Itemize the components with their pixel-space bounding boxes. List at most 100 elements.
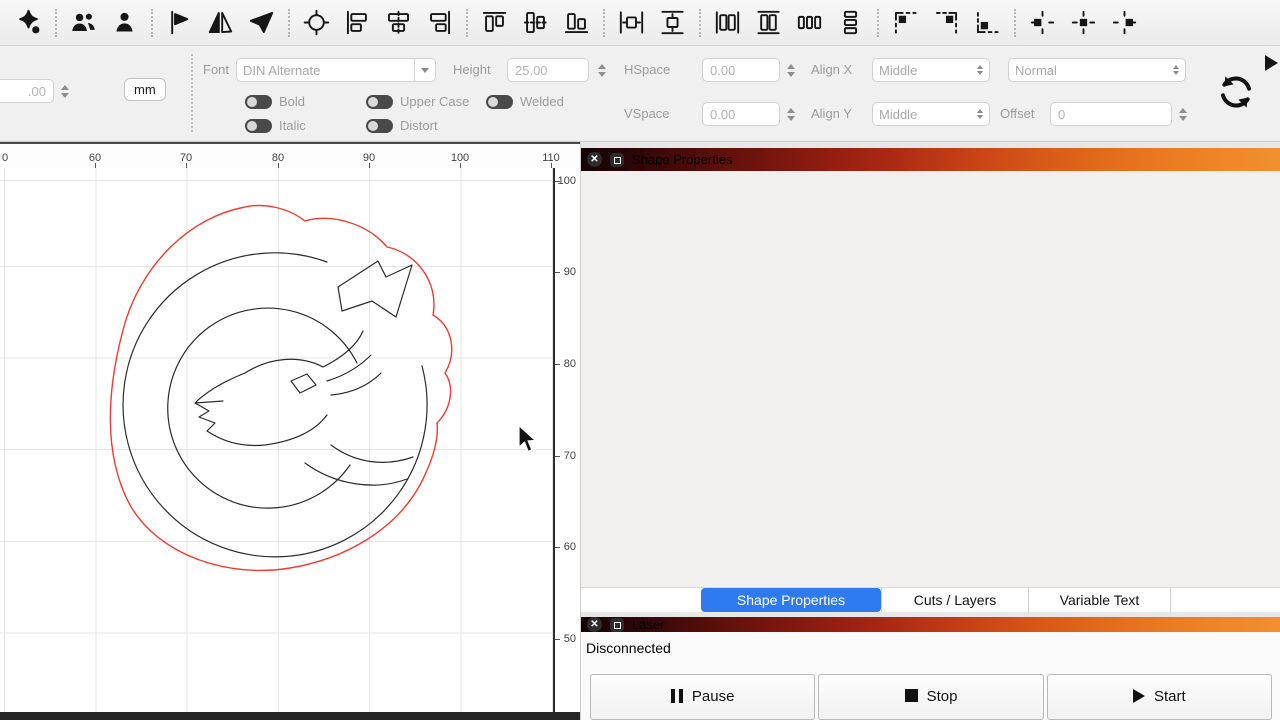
panel-title: Laser (632, 617, 665, 632)
ruler-label: 90 (564, 266, 576, 278)
tab-shape-properties[interactable]: Shape Properties (701, 588, 881, 612)
welded-toggle[interactable]: Welded (486, 95, 564, 109)
toolbar-divider (191, 54, 193, 132)
welded-toggle-label: Welded (520, 95, 564, 109)
ruler-tick (555, 547, 560, 548)
vspace-input[interactable]: 0.00 (702, 102, 780, 126)
ruler-tick (555, 364, 560, 365)
mirror-across-line-icon[interactable] (245, 6, 278, 39)
ruler-tick (555, 272, 560, 273)
bold-toggle-label: Bold (279, 95, 305, 109)
upper-case-toggle-label: Upper Case (400, 95, 469, 109)
right-dock: ✕ Shape Properties Shape Properties Cuts… (580, 142, 1280, 720)
sync-icon[interactable] (1216, 72, 1256, 112)
distort-toggle[interactable]: Distort (366, 119, 438, 133)
toolbar-overflow-arrow-icon[interactable] (1265, 55, 1278, 71)
height-stepper[interactable] (595, 58, 609, 82)
ruler-tick (555, 181, 560, 182)
distribute-v-space-icon[interactable] (656, 6, 689, 39)
offset-stepper[interactable] (1176, 102, 1190, 126)
align-centers-icon[interactable] (300, 6, 333, 39)
ruler-vertical: 1009080706050 (553, 168, 580, 712)
align-bottom-icon[interactable] (560, 6, 593, 39)
align-x-select[interactable]: Middle (872, 58, 990, 82)
start-button[interactable]: Start (1047, 674, 1272, 720)
shape-properties-body (581, 171, 1280, 587)
ruler-tick (555, 639, 560, 640)
align-right-icon[interactable] (423, 6, 456, 39)
make-same-width-icon[interactable] (711, 6, 744, 39)
hspace-label: HSpace (624, 58, 670, 82)
ruler-label: 50 (564, 633, 576, 645)
bold-toggle[interactable]: Bold (245, 95, 305, 109)
move-to-lower-left-icon[interactable] (971, 6, 1004, 39)
toggle-switch[interactable] (366, 119, 393, 133)
vspace-label: VSpace (624, 102, 670, 126)
align-left-icon[interactable] (341, 6, 374, 39)
align-center-horizontal-icon[interactable] (382, 6, 415, 39)
panel-title: Shape Properties (632, 152, 732, 167)
upper-case-toggle[interactable]: Upper Case (366, 95, 469, 109)
x-position-input[interactable]: .00 (0, 79, 54, 103)
canvas-bottom-strip (0, 712, 580, 720)
group-icon[interactable] (67, 6, 100, 39)
tab-cuts-layers[interactable]: Cuts / Layers (881, 588, 1029, 612)
distribute-h-space-icon[interactable] (615, 6, 648, 39)
move-to-center-left-icon[interactable] (1026, 6, 1059, 39)
stop-button[interactable]: Stop (818, 674, 1043, 720)
move-to-upper-left-icon[interactable] (889, 6, 922, 39)
pause-button[interactable]: Pause (590, 674, 815, 720)
align-x-label: Align X (811, 58, 852, 82)
tools-icon[interactable] (12, 6, 45, 39)
move-to-center-right-icon[interactable] (1108, 6, 1141, 39)
font-select[interactable]: DIN Alternate (236, 58, 436, 82)
font-label: Font (203, 58, 229, 82)
laser-panel: ✕ Laser Disconnected Pause Stop Start (581, 617, 1280, 720)
text-toolbar: .00 mm Font DIN Alternate Height 25.00 H… (0, 46, 1280, 142)
toggle-switch[interactable] (245, 95, 272, 109)
mirror-vertical-icon[interactable] (163, 6, 196, 39)
italic-toggle-label: Italic (279, 119, 306, 133)
float-window-icon[interactable] (610, 153, 624, 167)
stop-icon (905, 689, 918, 702)
offset-label: Offset (1000, 102, 1034, 126)
height-input[interactable]: 25.00 (507, 58, 589, 82)
tab-variable-text[interactable]: Variable Text (1029, 588, 1171, 612)
make-same-height-icon[interactable] (752, 6, 785, 39)
offset-input[interactable]: 0 (1050, 102, 1172, 126)
distribute-vertical-icon[interactable] (834, 6, 867, 39)
units-button[interactable]: mm (124, 78, 166, 101)
shape-properties-titlebar[interactable]: ✕ Shape Properties (581, 148, 1280, 171)
toggle-switch[interactable] (245, 119, 272, 133)
drawing-canvas[interactable] (0, 168, 553, 712)
italic-toggle[interactable]: Italic (245, 119, 306, 133)
toggle-switch[interactable] (366, 95, 393, 109)
style-select[interactable]: Normal (1008, 58, 1186, 82)
hspace-input[interactable]: 0.00 (702, 58, 780, 82)
align-top-icon[interactable] (478, 6, 511, 39)
mirror-horizontal-icon[interactable] (204, 6, 237, 39)
x-position-stepper[interactable] (58, 79, 72, 103)
close-icon[interactable]: ✕ (587, 152, 602, 167)
ruler-tick (555, 456, 560, 457)
ruler-label: 70 (564, 450, 576, 462)
close-icon[interactable]: ✕ (587, 617, 602, 632)
toggle-switch[interactable] (486, 95, 513, 109)
align-y-select[interactable]: Middle (872, 102, 990, 126)
float-window-icon[interactable] (610, 618, 624, 632)
chevron-updown-icon (971, 109, 983, 119)
vspace-stepper[interactable] (784, 102, 798, 126)
laser-titlebar[interactable]: ✕ Laser (581, 617, 1280, 632)
hspace-stepper[interactable] (784, 58, 798, 82)
align-middle-icon[interactable] (519, 6, 552, 39)
chevron-down-icon (414, 59, 429, 81)
distribute-horizontal-icon[interactable] (793, 6, 826, 39)
ruler-horizontal: 060708090100110 (0, 144, 580, 168)
move-to-upper-right-icon[interactable] (930, 6, 963, 39)
chevron-updown-icon (1167, 65, 1179, 75)
ungroup-icon[interactable] (108, 6, 141, 39)
dragon-design[interactable] (95, 195, 465, 580)
move-to-center-icon[interactable] (1067, 6, 1100, 39)
height-label: Height (453, 58, 491, 82)
dock-tabbar: Shape Properties Cuts / Layers Variable … (581, 587, 1280, 612)
